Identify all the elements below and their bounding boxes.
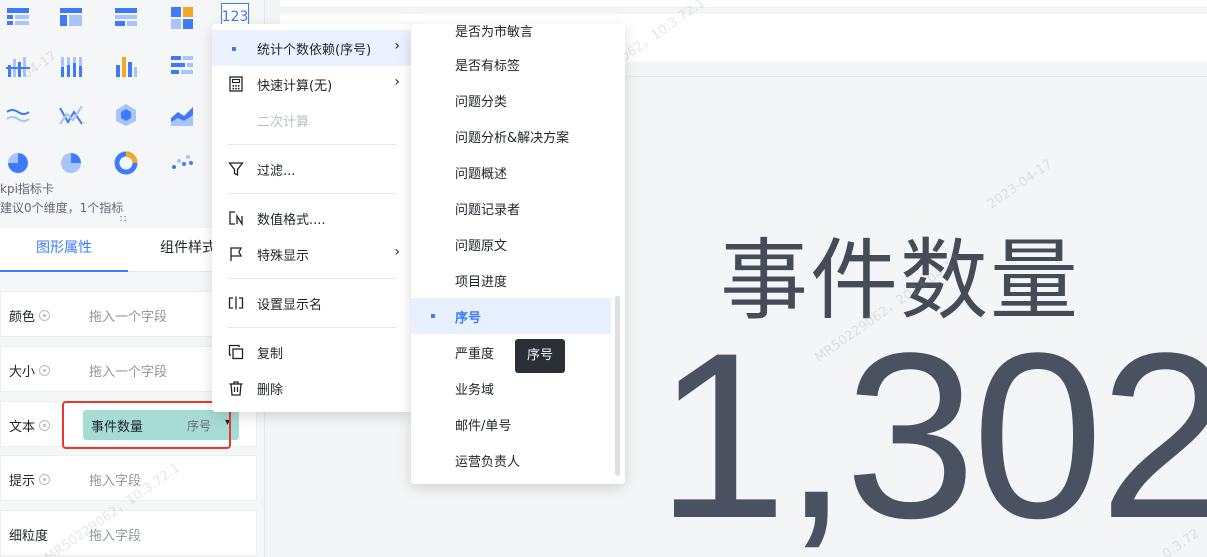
tab-graphic-properties[interactable]: 图形属性 xyxy=(0,228,128,272)
tip-label: 提示 xyxy=(9,470,51,489)
tip-drop-zone[interactable]: 拖入字段 xyxy=(89,470,141,489)
menu-item-special-display[interactable]: 特殊显示 › xyxy=(212,236,412,272)
area-chart-icon[interactable] xyxy=(168,101,196,129)
granularity-drop-zone[interactable]: 拖入字段 xyxy=(89,525,141,544)
canvas-top-bar xyxy=(280,0,1207,8)
field-tooltip: 序号 xyxy=(515,339,565,373)
scatter-chart-icon[interactable] xyxy=(168,148,196,176)
color-label: 颜色 xyxy=(9,306,51,325)
trash-icon xyxy=(229,381,243,396)
active-dot-icon xyxy=(232,47,236,51)
color-drop-zone[interactable]: 拖入一个字段 xyxy=(89,306,167,325)
flag-icon xyxy=(230,247,243,261)
tip-property-row: 提示 拖入字段 xyxy=(0,455,257,501)
menu-item-secondary-calc: 二次计算 xyxy=(257,115,310,130)
chart-type-hint: 建议0个维度，1个指标 xyxy=(0,201,124,215)
submenu-field-item[interactable]: 严重度 xyxy=(411,334,611,370)
chevron-right-icon: › xyxy=(394,244,400,260)
ring-chart-icon[interactable] xyxy=(112,148,140,176)
submenu-field-item[interactable]: 是否为市敏言 xyxy=(411,24,611,48)
tip-settings-icon[interactable] xyxy=(39,474,51,485)
dependency-field-submenu: 是否为市敏言 是否有标签 问题分类 问题分析&解决方案 问题概述 问题记录者 问… xyxy=(411,24,625,484)
highlight-annotation-box xyxy=(62,401,231,449)
color-settings-icon[interactable] xyxy=(39,310,51,321)
chevron-right-icon: › xyxy=(394,38,400,54)
submenu-scrollbar[interactable] xyxy=(615,296,620,476)
menu-divider xyxy=(228,278,396,279)
menu-divider xyxy=(228,327,396,328)
card-grid-icon[interactable] xyxy=(168,4,196,32)
chevron-right-icon: › xyxy=(394,74,400,90)
menu-item-set-display-name[interactable]: 设置显示名 xyxy=(212,285,412,321)
submenu-field-item[interactable]: 问题记录者 xyxy=(411,190,611,226)
submenu-field-item[interactable]: 问题概述 xyxy=(411,154,611,190)
filter-icon xyxy=(228,162,244,177)
submenu-field-item[interactable]: 运营负责人 xyxy=(411,442,611,478)
rename-icon xyxy=(228,296,244,310)
menu-item-count-dependency[interactable]: 统计个数依赖(序号) › xyxy=(212,30,412,66)
granularity-property-row: 细粒度 拖入字段 xyxy=(0,510,257,556)
drag-handle-icon[interactable]: ∷ xyxy=(120,214,127,225)
detail-table-icon[interactable] xyxy=(112,4,140,32)
calculator-icon xyxy=(229,76,243,92)
wave-line-icon[interactable] xyxy=(4,101,32,129)
menu-item-delete[interactable]: 删除 xyxy=(212,370,412,406)
submenu-field-item[interactable]: 问题原文 xyxy=(411,226,611,262)
kpi-card-number: 123 xyxy=(221,9,249,25)
horizontal-bar-icon[interactable] xyxy=(168,52,196,80)
text-settings-icon[interactable] xyxy=(39,420,51,431)
kpi-value: 1,302 xyxy=(656,304,1207,557)
menu-item-copy[interactable]: 复制 xyxy=(212,334,412,370)
granularity-label: 细粒度 xyxy=(9,529,49,544)
submenu-field-item[interactable]: 是否有标签 xyxy=(411,46,611,82)
bar-chart-icon[interactable] xyxy=(112,52,140,80)
radar-chart-icon[interactable] xyxy=(112,101,140,129)
menu-item-number-format[interactable]: 数值格式.... xyxy=(212,200,412,236)
menu-item-filter[interactable]: 过滤... xyxy=(212,151,412,187)
text-label: 文本 xyxy=(9,416,51,435)
submenu-field-item[interactable]: 邮件/单号 xyxy=(411,406,611,442)
pie-chart-icon[interactable] xyxy=(4,148,32,176)
table-chart-icon[interactable] xyxy=(4,4,32,32)
selected-dot-icon xyxy=(431,314,435,318)
menu-divider xyxy=(228,193,396,194)
menu-item-quick-calc[interactable]: 快速计算(无) › xyxy=(212,66,412,102)
submenu-field-item-selected[interactable]: 序号 xyxy=(411,298,611,334)
number-format-icon xyxy=(229,211,243,226)
size-drop-zone[interactable]: 拖入一个字段 xyxy=(89,361,167,380)
pie-slice-icon[interactable] xyxy=(57,148,85,176)
submenu-field-item[interactable]: 项目进度 xyxy=(411,262,611,298)
submenu-field-item[interactable]: 问题分类 xyxy=(411,82,611,118)
chart-type-name: kpi指标卡 xyxy=(0,182,54,196)
stacked-bar-icon[interactable] xyxy=(57,52,85,80)
submenu-field-item[interactable]: 问题分析&解决方案 xyxy=(411,118,611,154)
copy-icon xyxy=(228,344,244,360)
submenu-field-item[interactable]: 业务域 xyxy=(411,370,611,406)
size-settings-icon[interactable] xyxy=(39,365,51,376)
field-context-menu: 统计个数依赖(序号) › 快速计算(无) › 二次计算 过滤... 数值格式..… xyxy=(212,24,412,412)
menu-divider xyxy=(228,144,396,145)
line-chart-icon[interactable] xyxy=(57,101,85,129)
size-label: 大小 xyxy=(9,361,51,380)
grouped-bar-icon[interactable] xyxy=(4,52,32,80)
cross-table-icon[interactable] xyxy=(57,4,85,32)
